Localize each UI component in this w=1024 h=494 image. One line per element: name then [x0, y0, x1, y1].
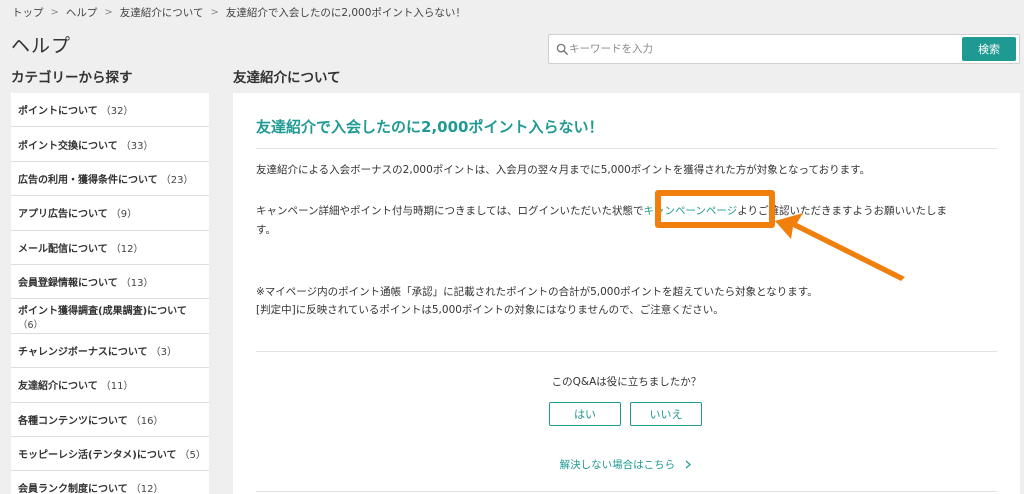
sidebar-item-label: ポイント獲得調査(成果調査)について — [18, 305, 187, 317]
sidebar-item-count: （5） — [179, 450, 206, 462]
page-title: ヘルプ — [11, 35, 72, 57]
breadcrumb: トップ > ヘルプ > 友達紹介について > 友達紹介で入会したのに2,000ポ… — [12, 5, 466, 20]
sidebar-item-label: 広告の利用・獲得条件について — [18, 174, 158, 186]
arrow-annotation-icon — [775, 213, 905, 281]
sidebar-item-member-info[interactable]: 会員登録情報について （13） — [11, 265, 209, 300]
breadcrumb-separator: > — [104, 7, 113, 18]
answer-paragraph-1: 友達紹介による入会ボーナスの2,000ポイントは、入会月の翌々月までに5,000… — [256, 164, 871, 176]
sidebar-item-count: （16） — [130, 415, 164, 427]
sidebar-item-label: アプリ広告について — [18, 209, 108, 221]
sidebar-item-label: メール配信について — [18, 243, 108, 255]
unresolved-link[interactable]: 解決しない場合はこちら — [233, 457, 1020, 472]
sidebar-item-receipt[interactable]: モッピーレシ活(テンタメ)について （5） — [11, 437, 209, 472]
sidebar-item-label: 会員登録情報について — [18, 278, 118, 290]
sidebar-item-label: チャレンジボーナスについて — [18, 346, 148, 358]
divider — [256, 148, 997, 149]
sidebar-item-points[interactable]: ポイントについて （32） — [11, 93, 209, 128]
sidebar-item-member-rank[interactable]: 会員ランク制度について （12） — [11, 471, 209, 494]
sidebar-item-label: 各種コンテンツについて — [18, 415, 128, 427]
sidebar-heading: カテゴリーから探す — [11, 70, 133, 86]
breadcrumb-item-help[interactable]: ヘルプ — [66, 5, 98, 20]
breadcrumb-separator: > — [210, 7, 219, 18]
article-panel: 友達紹介で入会したのに2,000ポイント入らない！ 友達紹介による入会ボーナスの… — [233, 93, 1020, 494]
sidebar-item-count: （6） — [18, 319, 44, 331]
sidebar-item-label: ポイントについて — [18, 106, 98, 118]
feedback-question: このQ&Aは役に立ちましたか？ — [551, 376, 702, 388]
chevron-right-icon — [686, 460, 692, 469]
sidebar-item-ad-conditions[interactable]: 広告の利用・獲得条件について （23） — [11, 162, 209, 197]
sidebar-item-label: モッピーレシ活(テンタメ)について — [18, 450, 177, 462]
sidebar-item-challenge-bonus[interactable]: チャレンジボーナスについて （3） — [11, 334, 209, 369]
sidebar-item-point-survey[interactable]: ポイント獲得調査(成果調査)について （6） — [11, 299, 209, 334]
sidebar-item-label: ポイント交換について — [18, 140, 118, 152]
sidebar-item-friend-referral[interactable]: 友達紹介について （11） — [11, 368, 209, 403]
search-box: 検索 — [548, 34, 1020, 64]
sidebar-item-count: （23） — [160, 174, 194, 186]
feedback-yes-button[interactable]: はい — [549, 402, 621, 426]
sidebar-item-label: 友達紹介について — [18, 381, 98, 393]
search-button[interactable]: 検索 — [962, 37, 1016, 61]
answer-paragraph-2-cont: す。 — [256, 224, 276, 236]
sidebar-item-count: （33） — [120, 140, 154, 152]
sidebar-item-point-exchange[interactable]: ポイント交換について （33） — [11, 127, 209, 162]
sidebar-item-count: （12） — [110, 243, 144, 255]
sidebar-item-count: （12） — [130, 484, 164, 494]
feedback-no-button[interactable]: いいえ — [630, 402, 702, 426]
unresolved-link-label: 解決しない場合はこちら — [559, 459, 676, 471]
link-highlight-box — [655, 190, 775, 228]
breadcrumb-item-category[interactable]: 友達紹介について — [120, 5, 204, 20]
article-title: 友達紹介で入会したのに2,000ポイント入らない！ — [256, 118, 604, 136]
search-input[interactable] — [569, 37, 959, 61]
breadcrumb-separator: > — [50, 7, 59, 18]
category-sidebar: ポイントについて （32） ポイント交換について （33） 広告の利用・獲得条件につ… — [11, 93, 209, 494]
sidebar-item-count: （13） — [120, 278, 154, 290]
sidebar-item-app-ads[interactable]: アプリ広告について （9） — [11, 196, 209, 231]
category-heading: 友達紹介について — [233, 70, 341, 86]
breadcrumb-item-current: 友達紹介で入会したのに2,000ポイント入らない！ — [225, 7, 466, 19]
search-icon — [556, 43, 569, 56]
sidebar-item-label: 会員ランク制度について — [18, 484, 128, 494]
divider — [256, 351, 997, 352]
note-line-1: ※マイページ内のポイント通帳「承認」に記載されたポイントの合計が5,000ポイン… — [256, 286, 818, 298]
sidebar-item-contents[interactable]: 各種コンテンツについて （16） — [11, 403, 209, 437]
paragraph-text: キャンペーン詳細やポイント付与時期につきましては、ログインいただいた状態で — [256, 205, 644, 217]
sidebar-item-count: （11） — [100, 381, 134, 393]
sidebar-item-mail[interactable]: メール配信について （12） — [11, 231, 209, 265]
divider — [256, 491, 997, 492]
note-line-2: [判定中]に反映されているポイントは5,000ポイントの対象にはなりませんので、… — [256, 304, 724, 316]
sidebar-item-count: （3） — [150, 346, 177, 358]
sidebar-item-count: （9） — [110, 209, 138, 221]
breadcrumb-item-top[interactable]: トップ — [12, 5, 44, 20]
sidebar-item-count: （32） — [100, 106, 134, 118]
